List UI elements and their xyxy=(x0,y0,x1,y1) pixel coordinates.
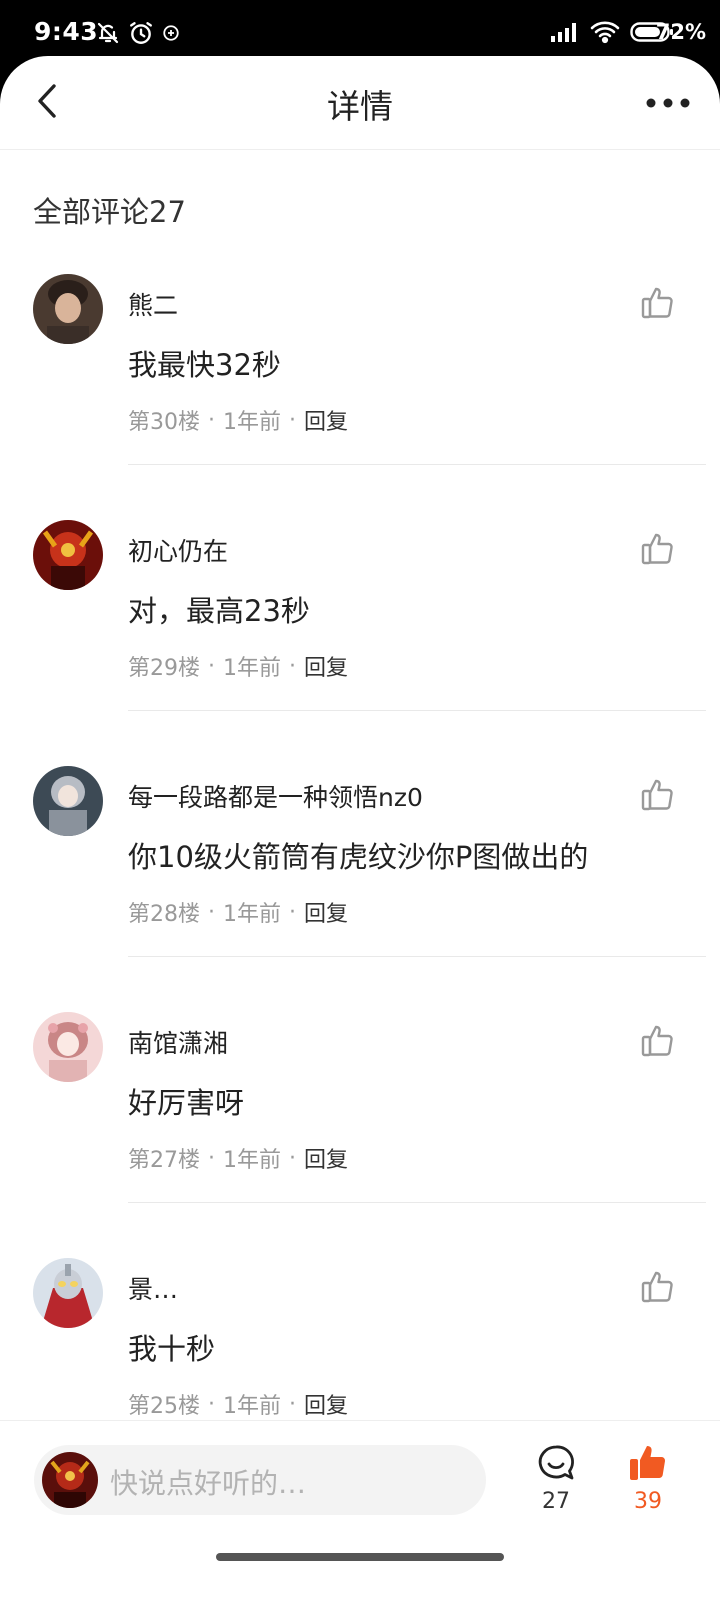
comment-author[interactable]: 南馆潇湘 xyxy=(128,1024,228,1060)
comments-header: 全部评论27 xyxy=(33,195,186,229)
comment-detail-page: 详情 全部评论27 熊二 我最快32秒 第30楼 · 1年前 · 回复 初心仍在… xyxy=(0,56,720,1600)
comment-bubble-icon xyxy=(536,1445,576,1487)
comment-item: 初心仍在 对，最高23秒 第29楼 · 1年前 · 回复 xyxy=(0,520,720,766)
comment-input[interactable]: 快说点好听的… xyxy=(34,1445,486,1515)
nav-bar: 详情 xyxy=(0,56,720,150)
avatar[interactable] xyxy=(33,520,103,590)
reply-button[interactable]: 回复 xyxy=(304,1142,348,1174)
comment-floor: 第29楼 xyxy=(128,656,200,681)
like-count: 39 xyxy=(634,1489,662,1514)
divider xyxy=(128,956,706,957)
input-placeholder: 快说点好听的… xyxy=(110,1467,307,1500)
comment-author[interactable]: 每一段路都是一种领悟nz0 xyxy=(128,778,423,814)
meta-separator: · xyxy=(289,653,296,679)
comments-button[interactable]: 27 xyxy=(528,1443,584,1514)
comment-meta: 第30楼 · 1年前 · 回复 xyxy=(128,404,348,436)
wifi-icon xyxy=(590,20,620,48)
reply-button[interactable]: 回复 xyxy=(304,650,348,682)
comment-floor: 第28楼 xyxy=(128,902,200,927)
bottom-bar: 快说点好听的… 27 39 xyxy=(0,1420,720,1600)
comment-text: 我十秒 xyxy=(128,1332,216,1366)
meta-separator: · xyxy=(289,1391,296,1417)
comment-time: 1年前 xyxy=(223,1394,281,1419)
like-button[interactable]: 39 xyxy=(620,1443,676,1514)
avatar[interactable] xyxy=(33,766,103,836)
status-time: 9:43 xyxy=(34,17,99,46)
battery-percentage: 72% xyxy=(655,20,706,44)
meta-separator: · xyxy=(208,407,215,433)
more-dots-icon xyxy=(646,93,690,112)
reply-button[interactable]: 回复 xyxy=(304,404,348,436)
avatar[interactable] xyxy=(33,274,103,344)
comment-text: 对，最高23秒 xyxy=(128,594,310,628)
comment-text: 你10级火箭筒有虎纹沙你P图做出的 xyxy=(128,840,589,874)
meta-separator: · xyxy=(289,407,296,433)
comment-time: 1年前 xyxy=(223,1148,281,1173)
status-bar: 9:43 72% xyxy=(0,0,720,64)
alarm-icon xyxy=(128,20,154,50)
more-button[interactable] xyxy=(640,84,696,120)
meta-separator: · xyxy=(208,653,215,679)
comment-floor: 第25楼 xyxy=(128,1394,200,1419)
meta-separator: · xyxy=(289,899,296,925)
page-title: 详情 xyxy=(327,87,393,126)
divider xyxy=(128,710,706,711)
thumbs-up-icon[interactable] xyxy=(640,1268,676,1304)
comment-meta: 第25楼 · 1年前 · 回复 xyxy=(128,1388,348,1420)
meta-separator: · xyxy=(208,1145,215,1171)
comment-item: 每一段路都是一种领悟nz0 你10级火箭筒有虎纹沙你P图做出的 第28楼 · 1… xyxy=(0,766,720,1012)
reply-button[interactable]: 回复 xyxy=(304,1388,348,1420)
thumbs-up-icon[interactable] xyxy=(640,530,676,566)
comment-author[interactable]: 景… xyxy=(128,1270,178,1306)
comment-item: 熊二 我最快32秒 第30楼 · 1年前 · 回复 xyxy=(0,274,720,520)
comment-meta: 第28楼 · 1年前 · 回复 xyxy=(128,896,348,928)
avatar[interactable] xyxy=(33,1258,103,1328)
status-icons-left xyxy=(96,20,180,50)
thumbs-up-filled-icon xyxy=(628,1446,668,1487)
comment-meta: 第29楼 · 1年前 · 回复 xyxy=(128,650,348,682)
comment-floor: 第30楼 xyxy=(128,410,200,435)
comment-time: 1年前 xyxy=(223,902,281,927)
mute-bell-icon xyxy=(96,21,120,49)
comment-meta: 第27楼 · 1年前 · 回复 xyxy=(128,1142,348,1174)
thumbs-up-icon[interactable] xyxy=(640,1022,676,1058)
comment-floor: 第27楼 xyxy=(128,1148,200,1173)
avatar[interactable] xyxy=(33,1012,103,1082)
comment-count: 27 xyxy=(542,1489,570,1514)
comment-author[interactable]: 初心仍在 xyxy=(128,532,228,568)
meta-separator: · xyxy=(208,1391,215,1417)
reply-button[interactable]: 回复 xyxy=(304,896,348,928)
comment-time: 1年前 xyxy=(223,656,281,681)
signal-icon xyxy=(550,21,580,47)
divider xyxy=(128,464,706,465)
app-notification-icon xyxy=(162,24,180,46)
user-avatar xyxy=(42,1452,98,1508)
comment-time: 1年前 xyxy=(223,410,281,435)
home-indicator[interactable] xyxy=(216,1553,504,1561)
comment-text: 好厉害呀 xyxy=(128,1086,245,1120)
thumbs-up-icon[interactable] xyxy=(640,284,676,320)
comment-author[interactable]: 熊二 xyxy=(128,286,178,322)
meta-separator: · xyxy=(208,899,215,925)
meta-separator: · xyxy=(289,1145,296,1171)
comment-text: 我最快32秒 xyxy=(128,348,281,382)
divider xyxy=(128,1202,706,1203)
comment-item: 南馆潇湘 好厉害呀 第27楼 · 1年前 · 回复 xyxy=(0,1012,720,1258)
thumbs-up-icon[interactable] xyxy=(640,776,676,812)
